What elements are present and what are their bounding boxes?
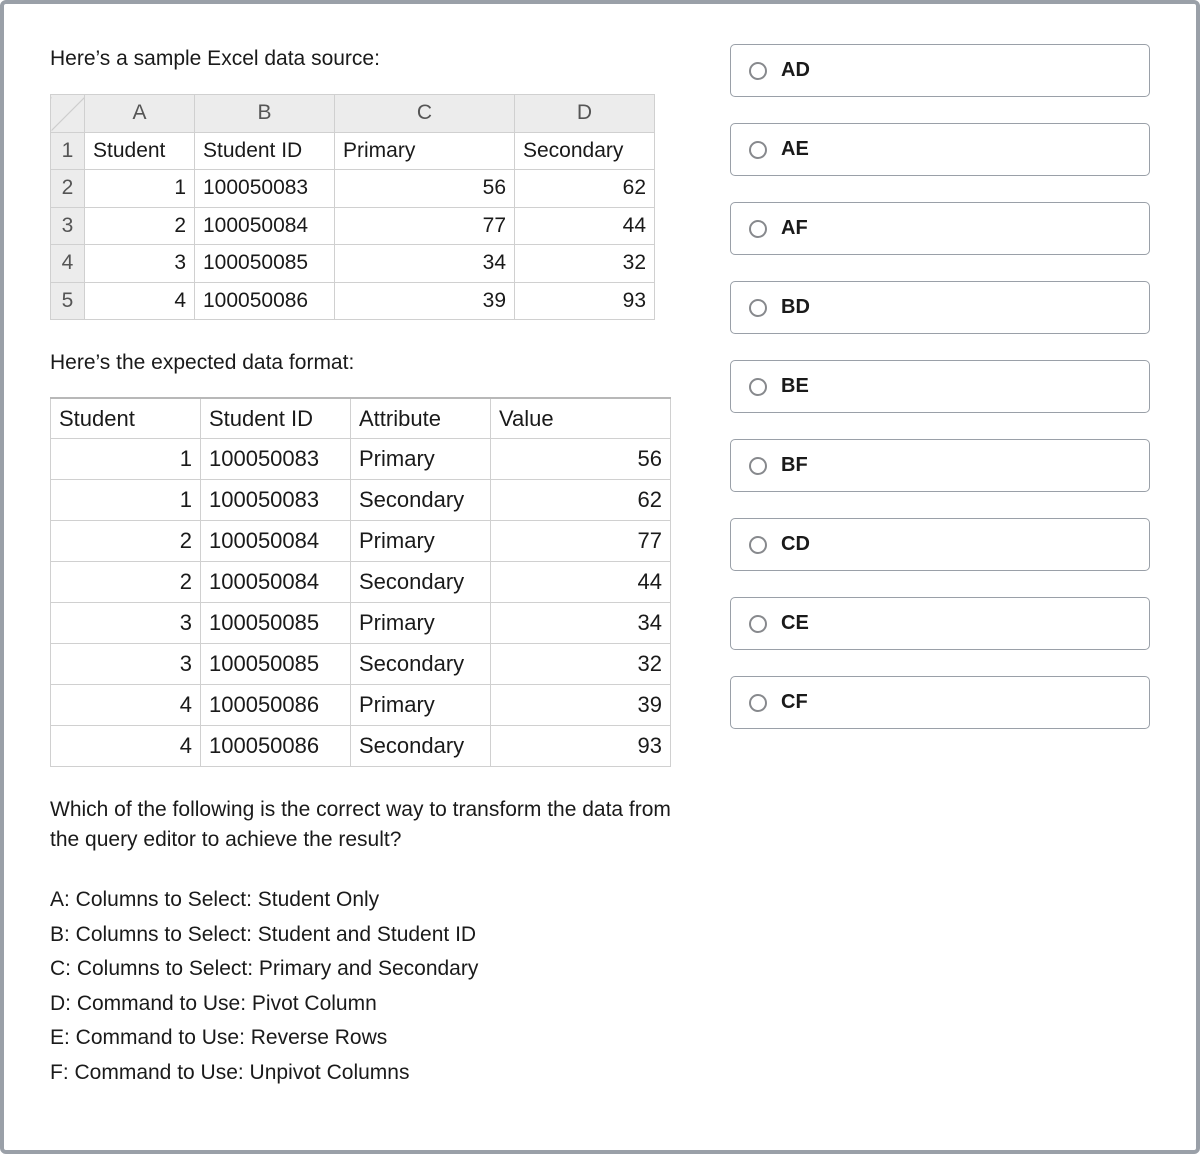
answer-label: AE: [781, 138, 809, 161]
data-cell: 34: [335, 245, 515, 282]
data-cell: 56: [335, 170, 515, 207]
data-cell: 1: [85, 170, 195, 207]
data-cell: 100050083: [195, 170, 335, 207]
radio-icon: [749, 457, 767, 475]
choice-def-C: C: Columns to Select: Primary and Second…: [50, 954, 690, 984]
radio-icon: [749, 694, 767, 712]
row-number: 2: [51, 170, 85, 207]
answer-option-CD[interactable]: CD: [730, 518, 1150, 571]
question-text: Which of the following is the correct wa…: [50, 795, 690, 856]
excel-corner-cell: [51, 95, 85, 132]
data-cell: 39: [335, 282, 515, 319]
answer-option-CF[interactable]: CF: [730, 676, 1150, 729]
answer-option-CE[interactable]: CE: [730, 597, 1150, 650]
answer-label: BD: [781, 296, 810, 319]
data-cell: 2: [85, 207, 195, 244]
data-cell: 44: [515, 207, 655, 244]
question-body: Here’s a sample Excel data source: A B C…: [50, 44, 690, 1110]
answer-label: CE: [781, 612, 809, 635]
data-cell: 32: [515, 245, 655, 282]
radio-icon: [749, 220, 767, 238]
choice-def-D: D: Command to Use: Pivot Column: [50, 989, 690, 1019]
row-number: 3: [51, 207, 85, 244]
row-number: 4: [51, 245, 85, 282]
intro-text-1: Here’s a sample Excel data source:: [50, 44, 690, 74]
header-cell: Student ID: [195, 132, 335, 169]
row-number: 5: [51, 282, 85, 319]
header-cell: Student: [51, 398, 201, 439]
header-cell: Primary: [335, 132, 515, 169]
col-letter: B: [195, 95, 335, 132]
header-cell: Secondary: [515, 132, 655, 169]
table-row: 3100050085Secondary32: [51, 643, 671, 684]
answer-option-BD[interactable]: BD: [730, 281, 1150, 334]
choice-def-B: B: Columns to Select: Student and Studen…: [50, 920, 690, 950]
header-cell: Value: [491, 398, 671, 439]
answer-option-AE[interactable]: AE: [730, 123, 1150, 176]
answer-option-AF[interactable]: AF: [730, 202, 1150, 255]
answer-label: BF: [781, 454, 808, 477]
table-row: 4100050086Secondary93: [51, 725, 671, 766]
data-cell: 100050086: [195, 282, 335, 319]
radio-icon: [749, 62, 767, 80]
answer-label: CD: [781, 533, 810, 556]
question-frame: Here’s a sample Excel data source: A B C…: [0, 0, 1200, 1154]
radio-icon: [749, 378, 767, 396]
intro-text-2: Here’s the expected data format:: [50, 348, 690, 378]
answer-options: AD AE AF BD BE BF CD CE: [730, 44, 1150, 1110]
col-letter: A: [85, 95, 195, 132]
table-row: 1100050083Primary56: [51, 439, 671, 480]
answer-option-BF[interactable]: BF: [730, 439, 1150, 492]
radio-icon: [749, 615, 767, 633]
table-row: 1100050083Secondary62: [51, 480, 671, 521]
radio-icon: [749, 299, 767, 317]
data-cell: 100050085: [195, 245, 335, 282]
choice-def-E: E: Command to Use: Reverse Rows: [50, 1023, 690, 1053]
header-cell: Attribute: [351, 398, 491, 439]
data-cell: 62: [515, 170, 655, 207]
table-row: 4100050086Primary39: [51, 684, 671, 725]
radio-icon: [749, 536, 767, 554]
data-cell: 3: [85, 245, 195, 282]
data-cell: 100050084: [195, 207, 335, 244]
choice-def-F: F: Command to Use: Unpivot Columns: [50, 1058, 690, 1088]
answer-option-BE[interactable]: BE: [730, 360, 1150, 413]
col-letter: C: [335, 95, 515, 132]
choice-def-A: A: Columns to Select: Student Only: [50, 885, 690, 915]
answer-label: AD: [781, 59, 810, 82]
row-number: 1: [51, 132, 85, 169]
header-cell: Student ID: [201, 398, 351, 439]
expected-format-table: Student Student ID Attribute Value 11000…: [50, 397, 671, 767]
data-cell: 77: [335, 207, 515, 244]
choice-definitions: A: Columns to Select: Student Only B: Co…: [50, 885, 690, 1088]
col-letter: D: [515, 95, 655, 132]
table-row: 3100050085Primary34: [51, 602, 671, 643]
answer-option-AD[interactable]: AD: [730, 44, 1150, 97]
answer-label: CF: [781, 691, 808, 714]
answer-label: AF: [781, 217, 808, 240]
radio-icon: [749, 141, 767, 159]
excel-source-table: A B C D 1 Student Student ID Primary Sec…: [50, 94, 655, 320]
table-row: 2100050084Primary77: [51, 521, 671, 562]
data-cell: 93: [515, 282, 655, 319]
answer-label: BE: [781, 375, 809, 398]
header-cell: Student: [85, 132, 195, 169]
table-row: 2100050084Secondary44: [51, 562, 671, 603]
data-cell: 4: [85, 282, 195, 319]
